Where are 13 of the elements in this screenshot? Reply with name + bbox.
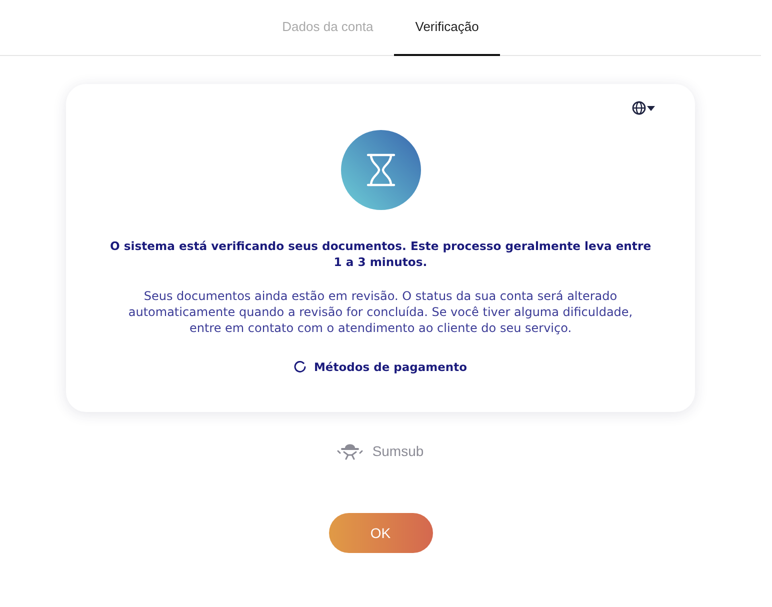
- loading-ring-icon: [294, 361, 306, 373]
- tab[interactable]: Verificação: [394, 0, 500, 56]
- ok-button[interactable]: OK: [328, 513, 432, 553]
- hourglass-icon: [340, 130, 420, 210]
- provider-name: Sumsub: [372, 443, 424, 459]
- caret-icon: [647, 106, 655, 110]
- hat-figure-icon: [337, 442, 364, 460]
- payment-methods-status: Métodos de pagamento: [314, 360, 467, 374]
- globe-dropdown-button[interactable]: [632, 100, 655, 116]
- verification-title: O sistema está verificando seus documentos. Este processo geralmente leva entre 1 a 3 minutos.: [108, 238, 652, 270]
- globe-icon: [632, 101, 646, 115]
- tab[interactable]: Dados da conta: [261, 0, 394, 56]
- verification-description: Seus documentos ainda estão em revisão. O status da sua conta será alterado automaticamente quando a revisão for concluída. Se você tiver alguma dificuldade, entre em contato com o atendimento ao cliente do seu serviço.: [127, 288, 634, 336]
